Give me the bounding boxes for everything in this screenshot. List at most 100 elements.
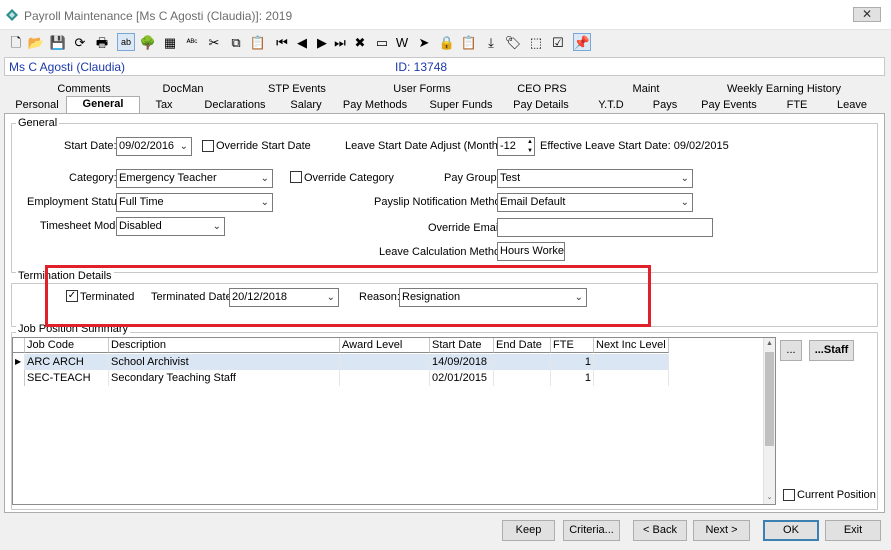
column-header-fte[interactable]: FTE — [551, 338, 594, 353]
cell-fte[interactable]: 1 — [551, 370, 594, 386]
refresh-icon[interactable]: ⟳ — [71, 33, 89, 51]
timesheet-mode-select[interactable]: Disabled ⌄ — [116, 217, 225, 236]
copy-icon[interactable]: ⧉ — [227, 33, 245, 51]
tab-super-funds[interactable]: Super Funds — [422, 98, 500, 114]
employment-status-value: Full Time — [119, 196, 164, 208]
calculator-icon[interactable]: ▦ — [161, 33, 179, 51]
open-icon[interactable]: 📂 — [27, 33, 45, 51]
category-value: Emergency Teacher — [119, 172, 217, 184]
close-button[interactable]: ✕ — [853, 7, 881, 22]
pushpin-icon[interactable]: 📌 — [573, 33, 591, 51]
paste-icon[interactable]: 📋 — [249, 33, 267, 51]
category-select[interactable]: Emergency Teacher ⌄ — [116, 169, 273, 188]
tree-icon[interactable]: 🌳 — [139, 33, 157, 51]
scroll-down-icon[interactable]: ⌄ — [765, 493, 774, 502]
timesheet-mode-value: Disabled — [119, 220, 162, 232]
column-header-description[interactable]: Description — [109, 338, 340, 353]
cell-award-level[interactable] — [340, 354, 430, 370]
override-category-checkbox[interactable] — [290, 171, 302, 183]
tab-user-forms[interactable]: User Forms — [356, 82, 488, 98]
employment-status-label: Employment Status: — [27, 196, 126, 208]
spin-up-icon[interactable]: ▲ — [527, 138, 533, 146]
scroll-up-icon[interactable]: ▲ — [765, 340, 774, 349]
lock-icon[interactable]: 🔒 — [438, 33, 456, 51]
tab-fte[interactable]: FTE — [774, 98, 820, 114]
leave-start-adjust-value: -12 — [500, 140, 516, 152]
employment-status-select[interactable]: Full Time ⌄ — [116, 193, 273, 212]
next-button[interactable]: Next > — [693, 520, 750, 541]
cell-fte[interactable]: 1 — [551, 354, 594, 370]
criteria-button[interactable]: Criteria... — [563, 520, 620, 541]
scrollbar-thumb[interactable] — [765, 352, 774, 446]
leave-start-adjust-input[interactable]: -12 ▲ ▼ — [497, 137, 535, 156]
back-button[interactable]: < Back — [633, 520, 687, 541]
tab-ceo-prs[interactable]: CEO PRS — [488, 82, 596, 98]
start-date-label: Start Date: — [64, 140, 117, 152]
spin-down-icon[interactable]: ▼ — [527, 147, 533, 155]
cell-start-date[interactable]: 14/09/2018 — [430, 354, 494, 370]
cell-next-inc-level[interactable] — [594, 354, 669, 370]
tab-pay-details[interactable]: Pay Details — [502, 98, 580, 114]
cell-end-date[interactable] — [494, 370, 551, 386]
tab-personal[interactable]: Personal — [8, 98, 66, 114]
keep-button[interactable]: Keep — [502, 520, 555, 541]
card-icon[interactable]: ▭ — [373, 33, 391, 51]
exit-button[interactable]: Exit — [825, 520, 881, 541]
delete-icon[interactable]: ✖ — [351, 33, 369, 51]
category-label: Category: — [69, 172, 117, 184]
tab-stp-events[interactable]: STP Events — [238, 82, 356, 98]
start-date-picker[interactable]: 09/02/2016 ⌄ — [116, 137, 192, 156]
cell-job-code[interactable]: SEC-TEACH — [25, 370, 109, 386]
pay-group-select[interactable]: Test ⌄ — [497, 169, 693, 188]
word-icon[interactable]: W — [393, 33, 411, 51]
cell-end-date[interactable] — [494, 354, 551, 370]
ellipsis-button[interactable]: ... — [780, 340, 802, 361]
prev-icon[interactable]: ◀ — [293, 33, 311, 51]
column-header-award-level[interactable]: Award Level — [340, 338, 430, 353]
print-icon[interactable]: 🖶 — [93, 33, 111, 51]
column-header-next-inc-level[interactable]: Next Inc Level — [594, 338, 669, 353]
payslip-method-select[interactable]: Email Default ⌄ — [497, 193, 693, 212]
cell-start-date[interactable]: 02/01/2015 — [430, 370, 494, 386]
export-icon[interactable]: ⤓ — [482, 33, 500, 51]
next-icon[interactable]: ▶ — [313, 33, 331, 51]
tab-general[interactable]: General — [66, 96, 140, 114]
tab-weekly-earning-history[interactable]: Weekly Earning History — [696, 82, 872, 98]
cell-description[interactable]: Secondary Teaching Staff — [109, 370, 340, 386]
cut-icon[interactable]: ✂ — [205, 33, 223, 51]
clipboard-check-icon[interactable]: ☑ — [549, 33, 567, 51]
tab-ytd[interactable]: Y.T.D — [588, 98, 634, 114]
tab-pays[interactable]: Pays — [642, 98, 688, 114]
column-header-start-date[interactable]: Start Date — [430, 338, 494, 353]
column-header-end-date[interactable]: End Date — [494, 338, 551, 353]
override-start-date-checkbox[interactable] — [202, 140, 214, 152]
tab-pay-methods[interactable]: Pay Methods — [336, 98, 414, 114]
tab-tax[interactable]: Tax — [140, 98, 188, 114]
ok-button[interactable]: OK — [763, 520, 819, 541]
last-icon[interactable]: ⏭ — [331, 33, 349, 51]
new-icon[interactable]: 🗋 — [7, 33, 25, 51]
first-icon[interactable]: ⏮ — [273, 33, 291, 51]
cell-next-inc-level[interactable] — [594, 370, 669, 386]
staff-button[interactable]: ...Staff — [809, 340, 854, 361]
tab-salary[interactable]: Salary — [282, 98, 330, 114]
tag-icon[interactable]: 🏷 — [504, 33, 522, 51]
spellcheck-icon[interactable]: ᴬᴮᶜ — [183, 33, 201, 51]
job-position-grid[interactable]: Job Code Description Award Level Start D… — [12, 337, 776, 505]
cell-description[interactable]: School Archivist — [109, 354, 340, 370]
column-header-job-code[interactable]: Job Code — [25, 338, 109, 353]
override-email-input[interactable] — [497, 218, 713, 237]
tab-pay-events[interactable]: Pay Events — [696, 98, 762, 114]
select-icon[interactable]: ⬚ — [527, 33, 545, 51]
save-icon[interactable]: 💾 — [49, 33, 67, 51]
current-position-checkbox[interactable] — [783, 489, 795, 501]
tab-docman[interactable]: DocMan — [128, 82, 238, 98]
cell-award-level[interactable] — [340, 370, 430, 386]
tab-leave[interactable]: Leave — [828, 98, 876, 114]
field-icon[interactable]: ab — [117, 33, 135, 51]
tab-maint[interactable]: Maint — [596, 82, 696, 98]
tab-declarations[interactable]: Declarations — [188, 98, 282, 114]
clipboard-icon[interactable]: 📋 — [460, 33, 478, 51]
cell-job-code[interactable]: ARC ARCH — [25, 354, 109, 370]
pin-icon[interactable]: ➤ — [415, 33, 433, 51]
